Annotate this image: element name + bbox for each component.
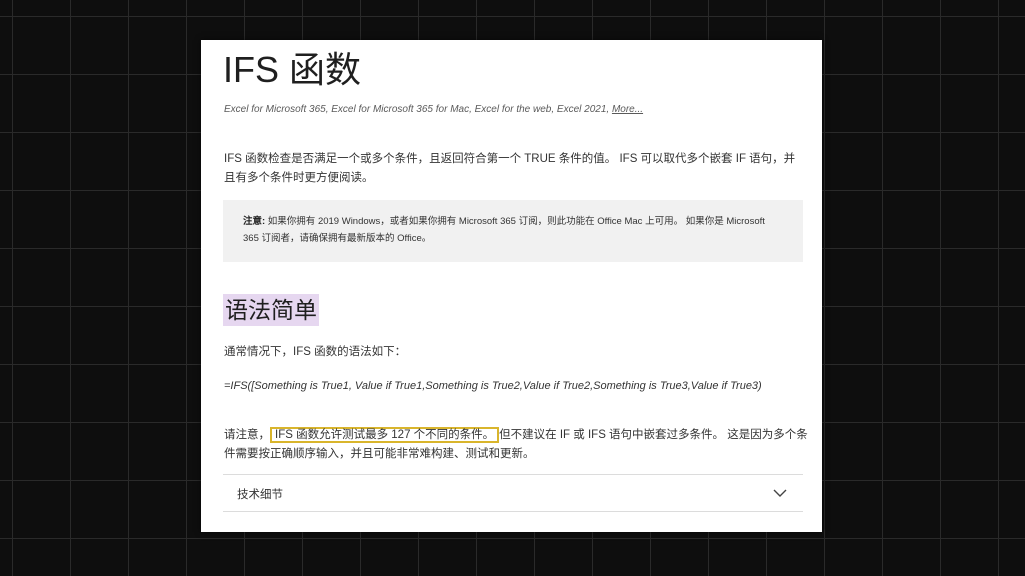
more-link[interactable]: More... — [612, 104, 643, 115]
syntax-formula: =IFS([Something is True1, Value if True1… — [224, 380, 762, 392]
chevron-down-icon[interactable] — [773, 486, 787, 500]
technical-details-accordion[interactable]: 技术细节 — [223, 474, 803, 512]
caution-prefix: 请注意， — [224, 429, 270, 441]
note-label: 注意: — [243, 216, 266, 227]
intro-paragraph: IFS 函数检查是否满足一个或多个条件，且返回符合第一个 TRUE 条件的值。 … — [224, 153, 796, 184]
applies-to: Excel for Microsoft 365, Excel for Micro… — [224, 104, 643, 115]
page-title: IFS 函数 — [223, 49, 362, 90]
article-page: IFS 函数 Excel for Microsoft 365, Excel fo… — [201, 40, 822, 532]
section-heading: 语法简单 — [223, 294, 319, 326]
note-box: 注意: 如果你拥有 2019 Windows，或者如果你拥有 Microsoft… — [223, 200, 803, 262]
applies-to-text: Excel for Microsoft 365, Excel for Micro… — [224, 104, 610, 115]
caution-highlight: IFS 函数允许测试最多 127 个不同的条件。 — [270, 427, 500, 443]
syntax-intro: 通常情况下，IFS 函数的语法如下： — [224, 346, 407, 358]
accordion-label: 技术细节 — [237, 489, 283, 501]
note-text: 如果你拥有 2019 Windows，或者如果你拥有 Microsoft 365… — [243, 216, 765, 244]
caution-paragraph: 请注意， IFS 函数允许测试最多 127 个不同的条件。 但不建议在 IF 或 I… — [224, 426, 809, 464]
